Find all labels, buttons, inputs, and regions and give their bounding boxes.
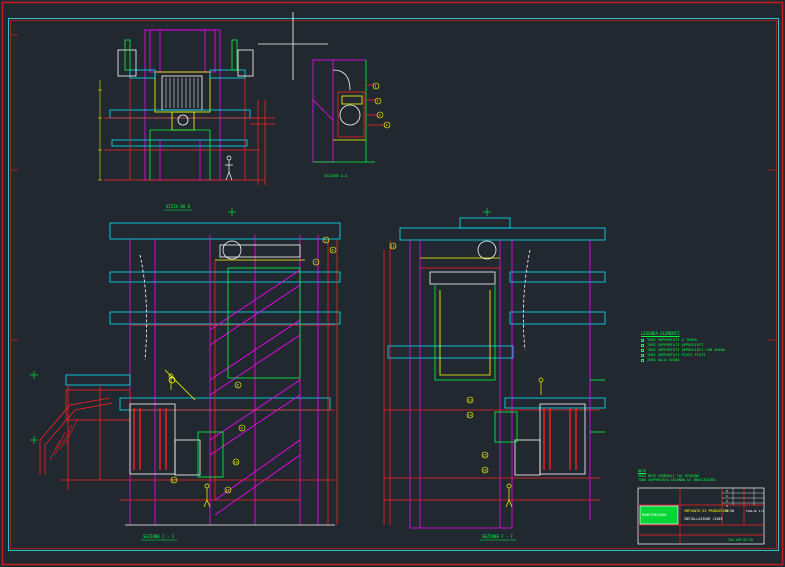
callout-label: 1 [375, 84, 377, 88]
view-bottom-right[interactable] [383, 208, 606, 529]
notes: NOTE VEDI NOTE GENERALI SUL DISEGNO TUBO… [638, 469, 716, 483]
title-block-company: MANUTENZIONE [642, 513, 667, 517]
legend-swatch-icon [641, 339, 644, 342]
callout-label: 3 [379, 113, 381, 117]
view-top-middle[interactable] [312, 59, 385, 163]
callout-label: 17 [172, 478, 176, 482]
notes-line: TUBO SUPPORTATO SECONDO LE INDICAZIONI [638, 478, 716, 483]
view-title-top-left: VISTA DA O [166, 204, 191, 209]
legend-item-label: TUBI ALLA GUIDA [647, 358, 680, 362]
callout-label: 2 [377, 99, 379, 103]
callout-label: 10 [234, 460, 238, 464]
revision-2: 2 [726, 499, 728, 503]
callout-label: 6 [332, 248, 334, 252]
title-block-project: IMPIANTO DI PRODUZIONE [684, 509, 729, 513]
title-block-drawing-title: INSTALLAZIONE LINEE [684, 517, 723, 521]
legend-title: LEGENDA ELEMENTI [641, 331, 680, 336]
revision-1: 1 [726, 494, 728, 498]
legend-item: TUBI ALLA GUIDA [641, 358, 725, 363]
legend-swatch-icon [641, 359, 644, 362]
callout-label: 11 [226, 488, 230, 492]
view-title-bottom-left: SEZIONE C - C [143, 534, 175, 539]
callout-label: 15 [483, 453, 487, 457]
revision-0: 0 [726, 489, 728, 493]
legend-swatch-icon [641, 354, 644, 357]
callout-tags: 1 2 3 4 5 6 7 8 9 10 11 12 13 14 15 16 1… [170, 82, 489, 494]
view-title-bottom-right: SEZIONE F - F [482, 534, 514, 539]
view-bottom-left[interactable] [30, 208, 341, 526]
view-top-left[interactable] [98, 29, 275, 185]
revision-3: 3 [726, 504, 728, 508]
crosshair-cursor-icon [258, 12, 328, 80]
title-block-sheet: FOGLIO 1/1 [746, 509, 764, 513]
callout-label: 12 [391, 244, 395, 248]
callout-label: 7 [315, 260, 317, 264]
callout-label: 5 [325, 238, 327, 242]
callout-label: 13 [468, 398, 472, 402]
callout-label: 16 [483, 468, 487, 472]
legend: LEGENDA ELEMENTI TUBI SUPPORTATI A TERRA… [641, 331, 725, 363]
callout-label: 9 [241, 426, 243, 430]
title-block-scale: 1:50 [726, 509, 734, 513]
legend-swatch-icon [641, 344, 644, 347]
view-title-top-middle: SEZIONE A-A [324, 174, 348, 178]
callout-label: 8 [237, 383, 239, 387]
callout-label: 14 [468, 413, 472, 417]
legend-swatch-icon [641, 349, 644, 352]
callout-label: 4 [386, 123, 388, 127]
title-block-drawing-no: TAV-VAP-07-05 [728, 538, 753, 542]
